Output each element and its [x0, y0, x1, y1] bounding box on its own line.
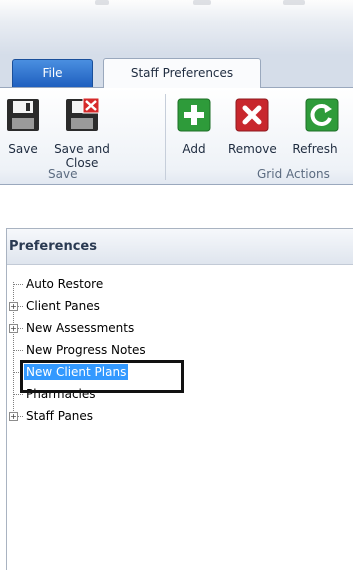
tree-branch-line [13, 350, 23, 351]
preferences-header: Preferences [7, 229, 353, 265]
annotation-highlight-box [20, 360, 184, 393]
expand-icon[interactable]: + [9, 324, 18, 333]
tree-item-label: Auto Restore [26, 277, 104, 291]
preferences-panel: Preferences Auto Restore + Client Panes … [6, 228, 353, 570]
tree-item-label: New Assessments [26, 321, 135, 335]
save-button[interactable]: Save [5, 98, 41, 156]
expand-icon[interactable]: + [9, 412, 18, 421]
ribbon-tab-row: File Staff Preferences [0, 55, 353, 89]
window-titlebar [0, 0, 353, 55]
remove-button[interactable]: Remove [228, 98, 277, 156]
tree-branch-line [13, 394, 23, 395]
tree-item-label: New Progress Notes [26, 343, 146, 357]
ribbon-group-separator [165, 94, 166, 180]
add-button[interactable]: Add [175, 98, 213, 156]
expand-icon[interactable]: + [9, 302, 18, 311]
tab-staff-preferences[interactable]: Staff Preferences [103, 58, 261, 89]
titlebar-artifact [95, 0, 109, 5]
floppy-disk-icon [7, 99, 39, 131]
save-button-label: Save [8, 142, 38, 156]
x-icon [235, 98, 269, 132]
tree-branch-line [13, 284, 23, 285]
floppy-disk-close-icon [66, 97, 100, 131]
add-button-label: Add [182, 142, 206, 156]
ribbon: Save Save and Close Save Add Remove Refr… [0, 88, 353, 185]
save-and-close-label-line1: Save and [54, 142, 110, 156]
tree-item-label: Client Panes [26, 299, 100, 313]
ribbon-spacer [0, 185, 353, 228]
refresh-icon [305, 98, 339, 132]
titlebar-artifact [193, 0, 211, 5]
remove-button-label: Remove [228, 142, 277, 156]
tree-item-label: Staff Panes [26, 409, 94, 423]
titlebar-artifact [283, 0, 305, 5]
refresh-button[interactable]: Refresh [287, 98, 343, 156]
save-group-label: Save [48, 167, 78, 181]
file-tab[interactable]: File [12, 59, 93, 87]
grid-actions-group-label: Grid Actions [257, 167, 330, 181]
save-and-close-button[interactable]: Save and Close [51, 97, 113, 170]
plus-icon [177, 98, 211, 132]
refresh-button-label: Refresh [292, 142, 338, 156]
